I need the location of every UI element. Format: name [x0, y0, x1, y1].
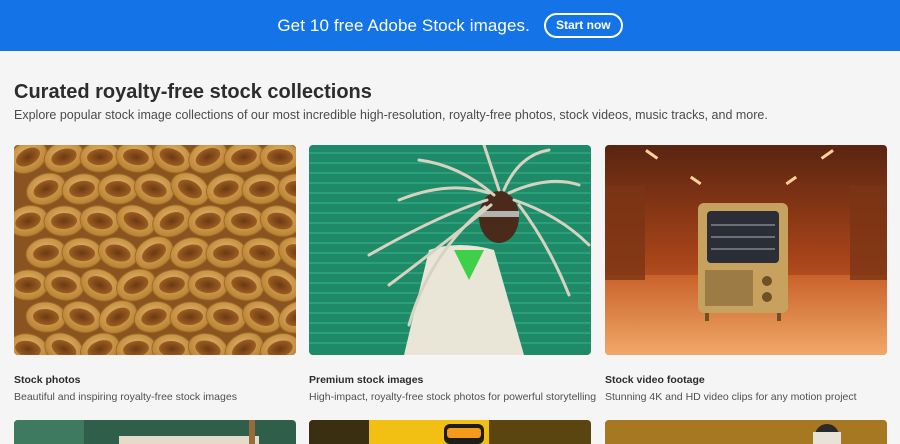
- collection-card-next-2[interactable]: [309, 420, 591, 444]
- collection-card-premium-stock-images[interactable]: Premium stock images High-impact, royalt…: [309, 145, 596, 403]
- collection-card-stock-photos[interactable]: Stock photos Beautiful and inspiring roy…: [14, 145, 296, 403]
- card-image-green-interior[interactable]: [14, 420, 296, 444]
- promo-banner: Get 10 free Adobe Stock images. Start no…: [0, 0, 900, 51]
- card-description: Stunning 4K and HD video clips for any m…: [605, 391, 857, 403]
- card-title[interactable]: Premium stock images: [309, 374, 423, 386]
- card-image-person-braids[interactable]: [309, 145, 591, 355]
- section-subtitle: Explore popular stock image collections …: [14, 108, 768, 122]
- collection-card-next-1[interactable]: [14, 420, 296, 444]
- card-title[interactable]: Stock photos: [14, 374, 81, 386]
- section-title: Curated royalty-free stock collections: [14, 81, 372, 103]
- promo-banner-text: Get 10 free Adobe Stock images.: [277, 15, 530, 35]
- card-description: High-impact, royalty-free stock photos f…: [309, 391, 597, 403]
- card-image-pasta[interactable]: [14, 145, 296, 355]
- card-title[interactable]: Stock video footage: [605, 374, 705, 386]
- card-description: Beautiful and inspiring royalty-free sto…: [14, 391, 237, 403]
- card-image-yellow-object[interactable]: [309, 420, 591, 444]
- card-image-retro-tv[interactable]: [605, 145, 887, 355]
- collection-card-next-3[interactable]: [605, 420, 887, 444]
- collection-card-stock-video-footage[interactable]: Stock video footage Stunning 4K and HD v…: [605, 145, 887, 403]
- card-image-person-headphones[interactable]: [605, 420, 887, 444]
- start-now-button[interactable]: Start now: [543, 13, 623, 38]
